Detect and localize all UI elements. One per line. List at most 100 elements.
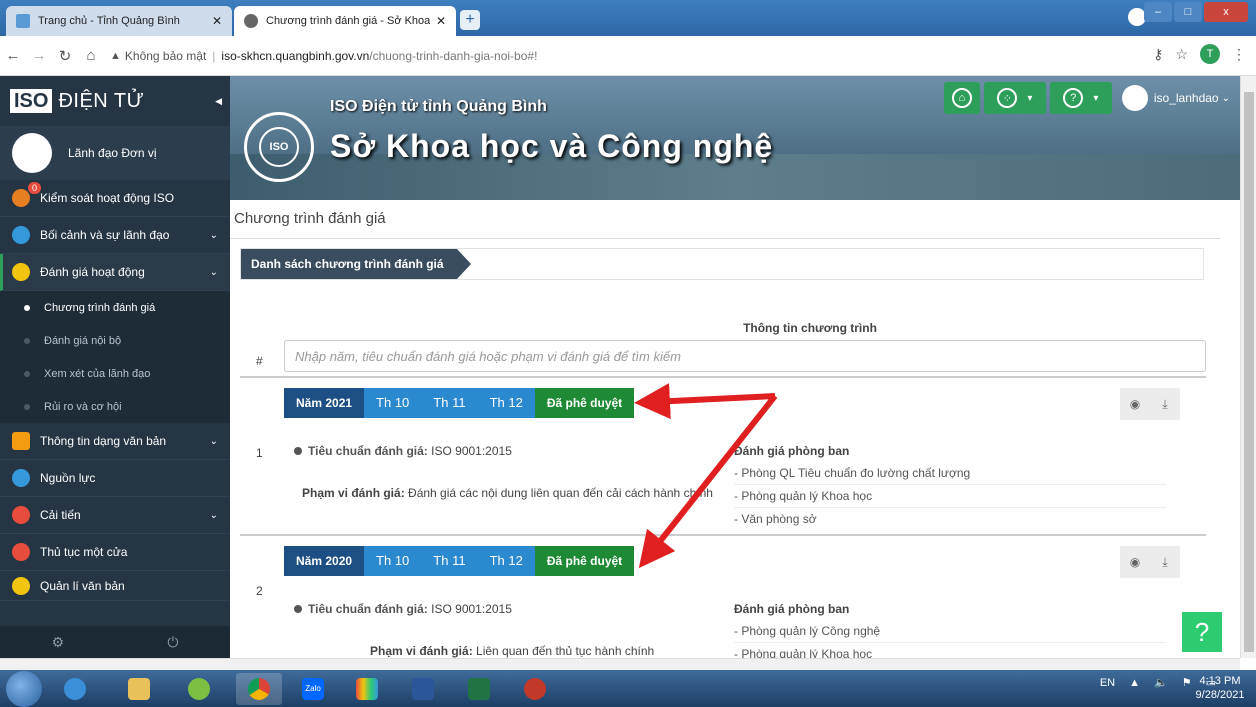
excel-icon[interactable] <box>456 673 502 705</box>
department-list: Đánh giá phòng ban - Phòng QL Tiêu chuẩn… <box>734 444 1166 530</box>
key-icon[interactable]: ⚷ <box>1153 46 1163 63</box>
close-window-button[interactable]: x <box>1204 2 1248 22</box>
sidebar-item-iso-control[interactable]: 0 Kiểm soát hoạt động ISO <box>0 180 230 217</box>
download-icon[interactable]: ⤓ <box>1150 546 1180 578</box>
banner-subtitle: ISO Điện tử tỉnh Quảng Bình <box>330 98 547 115</box>
app-icon[interactable] <box>176 673 222 705</box>
browser-tab-home[interactable]: Trang chủ - Tỉnh Quảng Bình ✕ <box>6 6 232 36</box>
home-icon[interactable]: ⌂ <box>78 47 104 64</box>
chrome-icon[interactable] <box>236 673 282 705</box>
search-input[interactable] <box>284 340 1206 372</box>
vertical-scrollbar[interactable] <box>1240 76 1256 658</box>
sidebar-item-label: Đánh giá hoạt động <box>40 265 145 279</box>
sidebar-item-documented-info[interactable]: Thông tin dạng văn bản ⌄ <box>0 423 230 460</box>
brand-logo[interactable]: ISO ĐIỆN TỬ ◀ <box>0 76 230 126</box>
department-header: Đánh giá phòng ban <box>734 602 850 616</box>
media-icon[interactable] <box>344 673 390 705</box>
main-content: Chương trình đánh giá Danh sách chương t… <box>230 200 1224 658</box>
sidebar-item-one-stop[interactable]: Thủ tục một cửa <box>0 534 230 571</box>
page-viewport: ISO ĐIỆN TỬ ◀ Lãnh đạo Đơn vị 0 Kiểm soá… <box>0 76 1240 658</box>
user-panel: Lãnh đạo Đơn vị <box>0 126 230 180</box>
collapse-caret-icon[interactable]: ◀ <box>215 96 222 107</box>
browser-tab-active[interactable]: Chương trình đánh giá - Sở Khoa ✕ <box>234 6 456 36</box>
grid-icon: ⁘ <box>997 88 1018 108</box>
department-list: Đánh giá phòng ban - Phòng quản lý Công … <box>734 602 1166 658</box>
sidebar-item-context-leadership[interactable]: Bối cảnh và sự lãnh đạo ⌄ <box>0 217 230 254</box>
reload-icon[interactable]: ↻ <box>52 47 78 65</box>
horizontal-scrollbar[interactable] <box>0 658 1240 670</box>
download-icon[interactable]: ⤓ <box>1150 388 1180 420</box>
url-field[interactable]: ▲ Không bảo mật | iso-skhcn.quangbinh.go… <box>110 49 537 63</box>
tray-expand-icon[interactable]: ▲ <box>1129 677 1140 689</box>
standard-value: ISO 9001:2015 <box>431 444 512 458</box>
sidebar-item-resources[interactable]: Nguồn lực <box>0 460 230 497</box>
sidebar-item-label: Cải tiến <box>40 508 81 522</box>
snipping-tool-icon[interactable] <box>512 673 558 705</box>
explorer-icon[interactable] <box>116 673 162 705</box>
ie-icon[interactable] <box>52 673 98 705</box>
apps-button[interactable]: ⁘ ▾ <box>983 82 1046 114</box>
question-icon: ? <box>1063 88 1084 108</box>
breadcrumb-item[interactable]: Danh sách chương trình đánh giá <box>241 249 471 279</box>
standard-label: Tiêu chuẩn đánh giá: <box>308 602 428 616</box>
volume-icon[interactable]: 🔈 <box>1154 676 1168 689</box>
language-indicator[interactable]: EN <box>1100 677 1115 689</box>
document-management-icon <box>12 576 30 595</box>
clock[interactable]: 4:13 PM 9/28/2021 <box>1188 674 1252 702</box>
settings-gear-icon[interactable]: ⚙ <box>52 634 65 651</box>
submenu-item-internal-audit[interactable]: Đánh giá nội bộ <box>0 324 230 357</box>
user-menu[interactable]: iso_lanhdao ⌄ <box>1121 85 1230 111</box>
bullet-icon <box>24 337 30 344</box>
sidebar-item-label: Thủ tục một cửa <box>40 545 128 559</box>
forward-icon[interactable]: → <box>26 47 52 64</box>
maximize-button[interactable]: □ <box>1174 2 1202 22</box>
help-menu-button[interactable]: ? ▾ <box>1049 82 1112 114</box>
power-icon[interactable]: ⏻ <box>167 634 178 651</box>
submenu-item-audit-program[interactable]: Chương trình đánh giá <box>0 291 230 324</box>
username: iso_lanhdao <box>1153 91 1219 105</box>
sidebar-item-label: Nguồn lực <box>40 471 96 485</box>
sidebar-item-document-management[interactable]: Quản lí văn bản <box>0 571 230 601</box>
sidebar-item-performance-evaluation[interactable]: Đánh giá hoạt động ⌄ <box>0 254 230 291</box>
iso-control-icon <box>12 189 30 207</box>
month-tag: Th 11 <box>421 388 478 418</box>
standard-label: Tiêu chuẩn đánh giá: <box>308 444 428 458</box>
scope-label: Phạm vi đánh giá: <box>302 486 405 500</box>
status-badge: Đã phê duyệt <box>534 546 635 576</box>
users-icon <box>12 469 30 487</box>
help-float-button[interactable]: ? <box>1182 612 1222 652</box>
start-button[interactable] <box>6 671 42 707</box>
back-icon[interactable]: ← <box>0 47 26 64</box>
new-tab-button[interactable]: + <box>460 10 480 30</box>
view-eye-icon[interactable]: ◉ <box>1120 546 1150 578</box>
sidebar-item-improvement[interactable]: Cải tiến ⌄ <box>0 497 230 534</box>
bookmark-star-icon[interactable]: ☆ <box>1175 46 1188 63</box>
audit-scope: Phạm vi đánh giá: Liên quan đến thủ tục … <box>370 644 654 658</box>
caret-down-icon: ▾ <box>1093 92 1099 104</box>
notification-badge: 0 <box>28 182 42 194</box>
column-header-info: Thông tin chương trình <box>743 321 877 335</box>
caret-down-icon: ▾ <box>1027 92 1033 104</box>
account-avatar[interactable]: T <box>1200 44 1220 64</box>
browser-tabstrip: Trang chủ - Tỉnh Quảng Bình ✕ Chương trì… <box>0 0 1256 36</box>
department-item: - Phòng quản lý Công nghệ <box>734 620 1166 643</box>
clock-time: 4:13 PM <box>1199 675 1241 687</box>
scope-label: Phạm vi đánh giá: <box>370 644 473 658</box>
submenu-label: Rủi ro và cơ hội <box>44 400 122 413</box>
zalo-label: Zalo <box>302 678 324 700</box>
submenu-item-risks[interactable]: Rủi ro và cơ hội <box>0 390 230 423</box>
word-icon[interactable] <box>400 673 446 705</box>
minimize-button[interactable]: – <box>1144 2 1172 22</box>
zalo-icon[interactable]: Zalo <box>290 673 336 705</box>
address-actions: ⚷ ☆ T ⋮ <box>1153 44 1246 64</box>
tab-close-icon[interactable]: ✕ <box>436 14 446 28</box>
tab-close-icon[interactable]: ✕ <box>212 14 222 28</box>
program-tags: Năm 2021 Th 10 Th 11 Th 12 Đã phê duyệt <box>284 388 635 418</box>
home-button[interactable]: ⌂ <box>943 82 980 114</box>
submenu-item-management-review[interactable]: Xem xét của lãnh đạo <box>0 357 230 390</box>
view-eye-icon[interactable]: ◉ <box>1120 388 1150 420</box>
seal-text: ISO <box>259 127 299 167</box>
menu-kebab-icon[interactable]: ⋮ <box>1232 46 1246 63</box>
sidebar-item-label: Bối cảnh và sự lãnh đạo <box>40 228 170 242</box>
standard-value: ISO 9001:2015 <box>431 602 512 616</box>
